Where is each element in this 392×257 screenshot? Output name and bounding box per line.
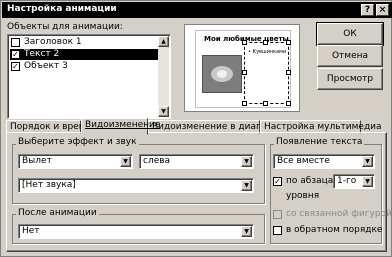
level-select[interactable]: 1-го ▼ xyxy=(333,174,375,189)
preview-bullet-text: • Кувшинками xyxy=(248,49,287,55)
attached-shape-label: со связанной фигурой xyxy=(286,209,392,219)
tab-effects[interactable]: Видоизменение xyxy=(81,118,160,135)
chevron-down-icon[interactable]: ▼ xyxy=(241,156,252,167)
chevron-down-icon[interactable]: ▼ xyxy=(362,156,373,167)
direction-select[interactable]: слева ▼ xyxy=(139,154,254,169)
ok-button[interactable]: ОК xyxy=(316,22,384,46)
cancel-button[interactable]: Отмена xyxy=(317,45,383,67)
level-select-value: 1-го xyxy=(337,176,357,186)
object-checkbox-text[interactable]: ✓ xyxy=(11,50,20,59)
objects-label: Объекты для анимации: xyxy=(7,22,123,32)
preview-button[interactable]: Просмотр xyxy=(317,68,383,90)
objects-listbox[interactable]: Заголовок 1 ✓ Текст 2 ✓ Объект 3 ▲ ▼ xyxy=(7,34,171,119)
direction-select-value: слева xyxy=(143,156,171,166)
object-label-object: Объект 3 xyxy=(24,61,68,71)
tab-panel-effects: Выберите эффект и звук Вылет ▼ слева ▼ [… xyxy=(6,132,392,252)
by-paragraph-label: по абзацам xyxy=(286,176,341,186)
dialog-window: Настройка анимации ? × Объекты для анима… xyxy=(0,0,392,257)
text-placeholder-selection: • Кувшинками xyxy=(242,40,291,106)
effect-select[interactable]: Вылет ▼ xyxy=(18,154,133,169)
preview-slide: Мои любимые цветы • Кувшинками xyxy=(195,30,291,108)
by-paragraph-checkbox[interactable]: ✓ xyxy=(273,177,282,186)
object-item-title[interactable]: Заголовок 1 xyxy=(10,37,160,48)
effect-sound-group xyxy=(12,144,265,204)
sound-select[interactable]: [Нет звука] ▼ xyxy=(18,178,254,193)
object-checkbox-title[interactable] xyxy=(11,38,20,47)
tab-effects-label: Видоизменение xyxy=(85,120,161,130)
reverse-order-checkbox[interactable] xyxy=(273,226,282,235)
effect-select-value: Вылет xyxy=(22,156,52,166)
slide-preview: Мои любимые цветы • Кувшинками xyxy=(184,24,300,112)
object-label-text: Текст 2 xyxy=(24,49,60,59)
title-bar: Настройка анимации ? × xyxy=(2,2,392,18)
close-button[interactable]: × xyxy=(376,4,389,16)
chevron-down-icon[interactable]: ▼ xyxy=(241,226,252,237)
reverse-order-label: в обратном порядке xyxy=(286,225,383,235)
scroll-up-icon[interactable]: ▲ xyxy=(158,36,169,47)
scroll-down-icon[interactable]: ▼ xyxy=(158,106,169,117)
chevron-down-icon[interactable]: ▼ xyxy=(241,180,252,191)
help-button[interactable]: ? xyxy=(361,4,374,16)
attached-shape-checkbox[interactable] xyxy=(273,210,282,219)
object-checkbox-object[interactable]: ✓ xyxy=(11,62,20,71)
after-animation-group-title: После анимации xyxy=(16,208,99,218)
object-label-title: Заголовок 1 xyxy=(24,37,82,47)
flower-image xyxy=(202,55,242,93)
after-animation-select[interactable]: Нет ▼ xyxy=(18,224,254,239)
object-item-text[interactable]: ✓ Текст 2 xyxy=(10,49,160,60)
object-item-object[interactable]: ✓ Объект 3 xyxy=(10,61,160,72)
text-appearance-group-title: Появление текста xyxy=(274,137,365,147)
effect-sound-group-title: Выберите эффект и звук xyxy=(16,137,139,147)
objects-scrollbar[interactable]: ▲ ▼ xyxy=(158,36,169,117)
sound-select-value: [Нет звука] xyxy=(22,180,76,190)
window-title: Настройка анимации xyxy=(7,4,117,14)
level-suffix-label: уровня xyxy=(286,191,320,201)
after-animation-select-value: Нет xyxy=(22,226,40,236)
text-appear-select[interactable]: Все вместе ▼ xyxy=(273,154,375,169)
text-appear-select-value: Все вместе xyxy=(277,156,330,166)
chevron-down-icon[interactable]: ▼ xyxy=(362,176,373,187)
chevron-down-icon[interactable]: ▼ xyxy=(120,156,131,167)
